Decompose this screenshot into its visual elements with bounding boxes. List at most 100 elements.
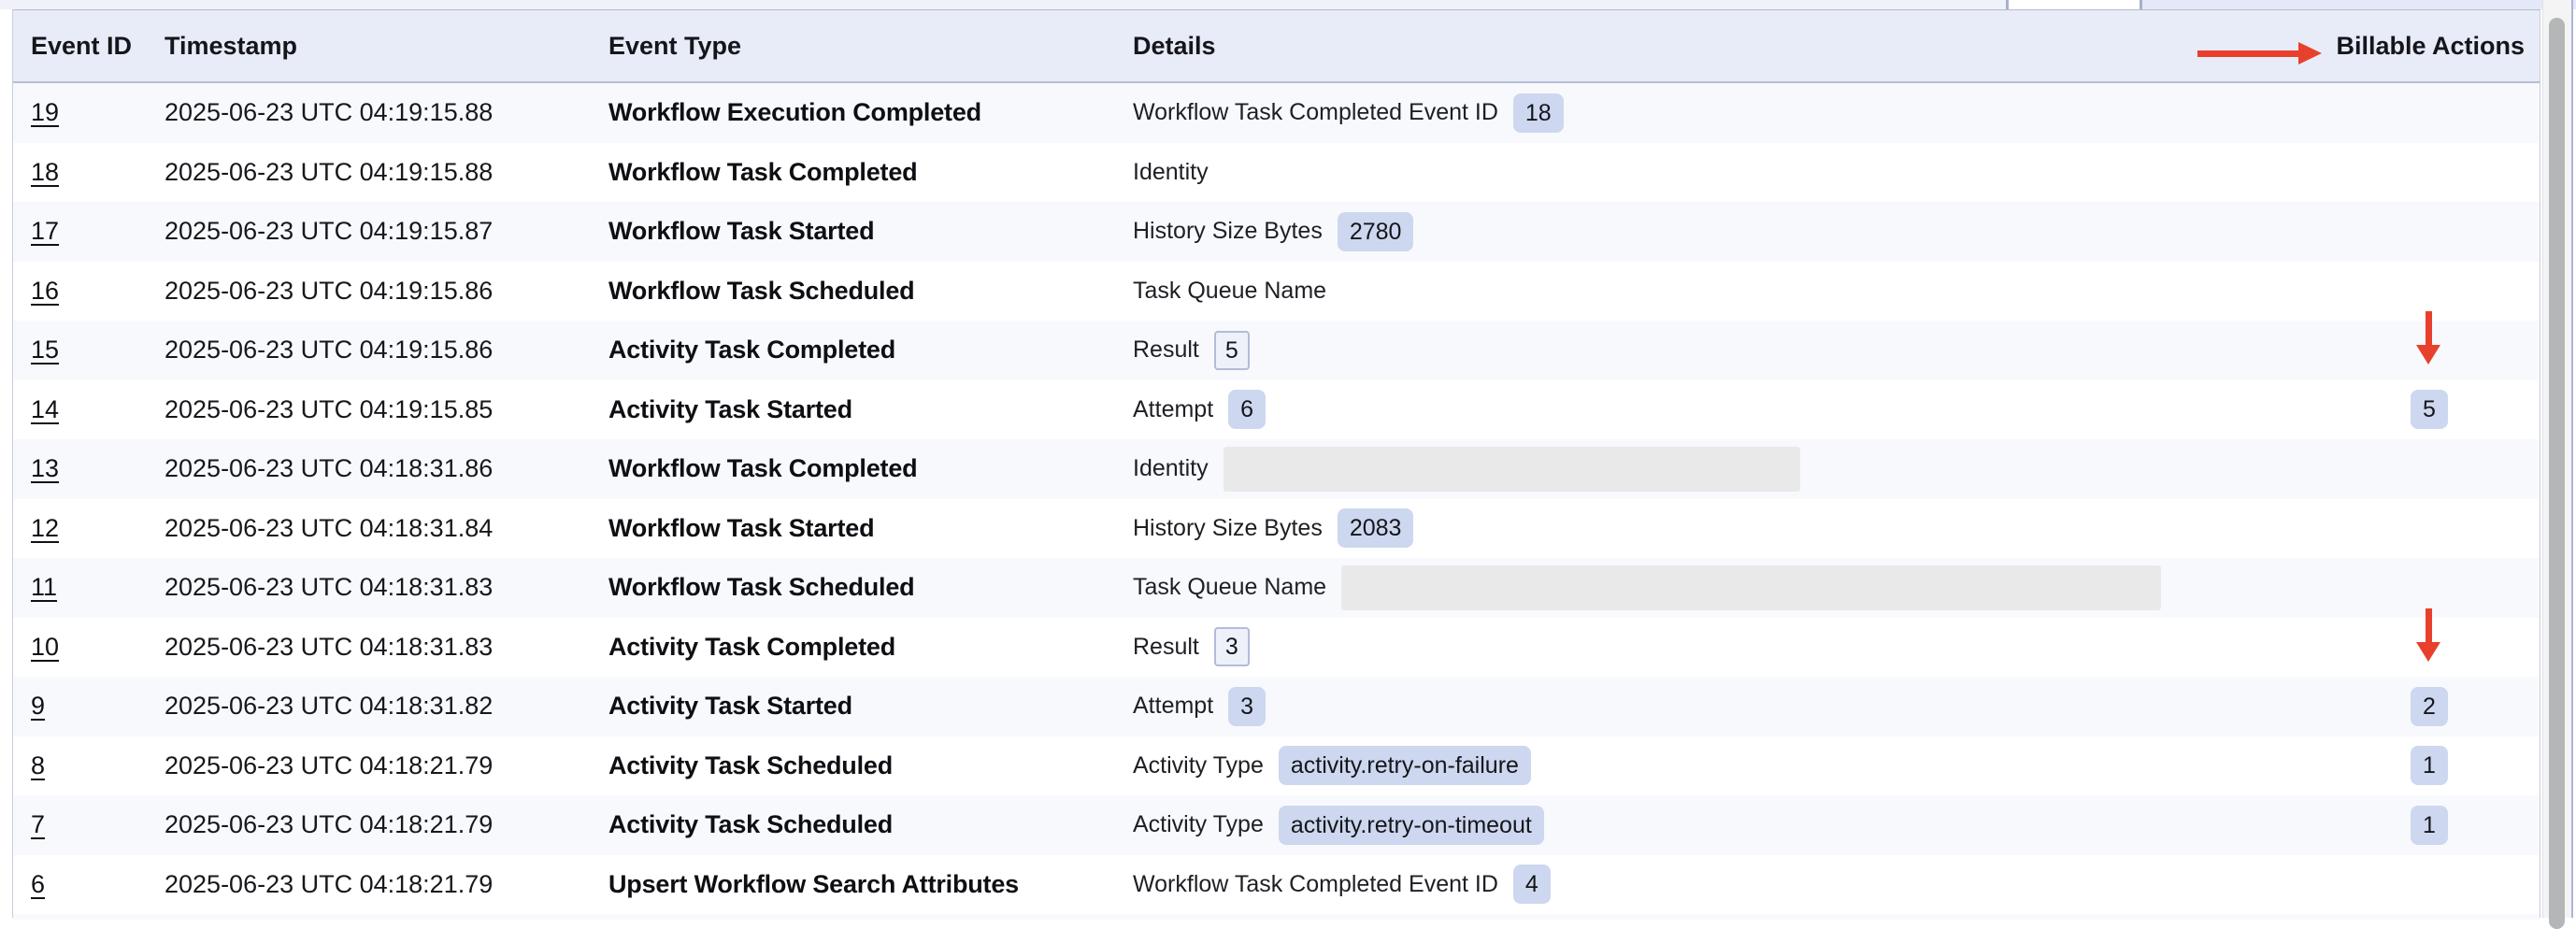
event-id-cell: 10 (31, 618, 59, 678)
event-id-link[interactable]: 11 (31, 573, 57, 602)
event-id-link[interactable]: 9 (31, 692, 45, 721)
event-id-cell: 19 (31, 83, 59, 143)
toolbar-divider (2140, 0, 2142, 9)
event-id-cell: 15 (31, 321, 59, 380)
event-details: Attempt3 (1133, 677, 1266, 736)
event-row[interactable]: 19 2025-06-23 UTC 04:19:15.88 Workflow Exe… (13, 83, 2540, 143)
toolbar-edge-button[interactable] (2009, 0, 2140, 9)
billable-actions-cell: 1 (2398, 795, 2460, 855)
event-id-cell: 11 (31, 558, 57, 618)
detail-value-badge: 2780 (1338, 212, 1414, 251)
column-header-event-id: Event ID (31, 10, 132, 81)
event-row[interactable]: 172025-06-23 UTC 04:19:15.87Workflow Tas… (13, 202, 2540, 262)
event-id-link[interactable]: 6 (31, 870, 45, 899)
event-row[interactable]: 13 2025-06-23 UTC 04:18:31.86 Workflow Tas… (13, 439, 2540, 499)
detail-value-badge: 4 (1513, 865, 1551, 904)
event-timestamp: 2025-06-23 UTC 04:18:31.84 (165, 499, 493, 559)
event-row[interactable]: 152025-06-23 UTC 04:19:15.86Activity Tas… (13, 321, 2540, 380)
event-row[interactable]: 92025-06-23 UTC 04:18:31.82Activity Task… (13, 677, 2540, 736)
detail-value-badge: activity.retry-on-failure (1279, 746, 1531, 785)
event-type: Activity Task Scheduled (608, 736, 893, 796)
event-row[interactable]: 16 2025-06-23 UTC 04:19:15.86 Workflow Tas… (13, 262, 2540, 322)
event-row[interactable]: 62025-06-23 UTC 04:18:21.79Upsert Workfl… (13, 855, 2540, 915)
detail-label: History Size Bytes (1133, 515, 1323, 542)
event-details: Workflow Task Completed Event ID 18 (1133, 83, 1564, 143)
detail-value-badge: 18 (1513, 93, 1564, 133)
event-id-link[interactable]: 16 (31, 277, 59, 306)
event-timestamp: 2025-06-23 UTC 04:19:15.88 (165, 143, 493, 203)
event-history-table: Event ID Timestamp Event Type Details Bi… (12, 9, 2540, 918)
event-type: Workflow Task Scheduled (608, 262, 914, 322)
detail-value-badge: 5 (1214, 331, 1250, 370)
event-row[interactable]: 102025-06-23 UTC 04:18:31.83Activity Tas… (13, 618, 2540, 678)
detail-label: History Size Bytes (1133, 218, 1323, 245)
detail-label: Identity (1133, 455, 1209, 482)
red-right-arrow-annotation (2197, 42, 2322, 64)
event-type: Workflow Execution Completed (608, 83, 981, 143)
detail-label: Task Queue Name (1133, 278, 1326, 305)
detail-label: Attempt (1133, 693, 1213, 720)
panel-edge-line (2571, 0, 2573, 918)
toolbar-edge-left (0, 0, 2006, 9)
event-row[interactable]: 72025-06-23 UTC 04:18:21.79Activity Task… (13, 795, 2540, 855)
detail-label: Workflow Task Completed Event ID (1133, 871, 1498, 898)
arrow-shaft (2426, 608, 2432, 643)
event-id-cell: 16 (31, 262, 59, 322)
billable-count-badge: 5 (2411, 390, 2448, 429)
detail-label: Activity Type (1133, 811, 1264, 838)
event-details: Identity (1133, 143, 1209, 203)
event-timestamp: 2025-06-23 UTC 04:19:15.88 (165, 83, 493, 143)
top-toolbar-edge (0, 0, 2576, 9)
event-id-cell: 6 (31, 855, 45, 915)
event-timestamp: 2025-06-23 UTC 04:19:15.86 (165, 262, 493, 322)
event-id-link[interactable]: 12 (31, 514, 59, 543)
detail-label: Activity Type (1133, 752, 1264, 779)
event-id-link[interactable]: 13 (31, 454, 59, 483)
detail-label: Result (1133, 634, 1199, 661)
event-id-link[interactable]: 14 (31, 395, 59, 424)
event-details: Task Queue Name (1133, 558, 2161, 618)
event-id-link[interactable]: 19 (31, 98, 59, 127)
event-row[interactable]: 112025-06-23 UTC 04:18:31.83Workflow Tas… (13, 558, 2540, 618)
event-timestamp: 2025-06-23 UTC 04:18:31.82 (165, 677, 493, 736)
event-type: Workflow Task Completed (608, 439, 917, 499)
redacted-value-box (1341, 565, 2161, 610)
event-details: Activity Type activity.retry-on-failure (1133, 736, 1531, 796)
event-id-cell: 9 (31, 677, 45, 736)
scrollbar-thumb[interactable] (2549, 18, 2565, 929)
event-id-link[interactable]: 15 (31, 336, 59, 364)
event-id-link[interactable]: 10 (31, 633, 59, 662)
column-header-billable-actions: Billable Actions (2336, 10, 2525, 81)
event-type: Upsert Workflow Search Attributes (608, 855, 1019, 915)
event-id-link[interactable]: 17 (31, 217, 59, 246)
event-details: Activity Typeactivity.retry-on-timeout (1133, 795, 1544, 855)
detail-value-badge: 6 (1228, 390, 1266, 429)
event-row[interactable]: 122025-06-23 UTC 04:18:31.84Workflow Tas… (13, 499, 2540, 559)
event-type: Activity Task Completed (608, 321, 895, 380)
event-row[interactable]: 142025-06-23 UTC 04:19:15.85Activity Tas… (13, 380, 2540, 440)
event-type: Workflow Task Scheduled (608, 558, 914, 618)
event-id-cell: 12 (31, 499, 59, 559)
billable-count-badge: 1 (2411, 746, 2448, 785)
detail-value-badge: 2083 (1338, 508, 1414, 548)
arrow-head (2416, 642, 2440, 662)
column-header-timestamp: Timestamp (165, 10, 297, 81)
event-id-link[interactable]: 8 (31, 751, 45, 780)
detail-label: Identity (1133, 159, 1209, 186)
event-id-cell: 13 (31, 439, 59, 499)
table-body: 192025-06-23 UTC 04:19:15.88Workflow Exe… (13, 83, 2540, 914)
detail-label: Task Queue Name (1133, 574, 1326, 601)
event-row[interactable]: 82025-06-23 UTC 04:18:21.79Activity Task… (13, 736, 2540, 796)
event-timestamp: 2025-06-23 UTC 04:18:31.86 (165, 439, 493, 499)
redacted-value-box (1224, 447, 1800, 492)
event-details: Attempt6 (1133, 380, 1266, 440)
billable-actions-cell: 5 (2398, 380, 2460, 440)
event-id-link[interactable]: 18 (31, 158, 59, 187)
detail-value-badge: 3 (1214, 627, 1250, 666)
event-type: Workflow Task Completed (608, 143, 917, 203)
event-row[interactable]: 18 2025-06-23 UTC 04:19:15.88 Workflow Tas… (13, 143, 2540, 203)
event-details: Result5 (1133, 321, 1250, 380)
event-details: Workflow Task Completed Event ID 4 (1133, 855, 1551, 915)
event-id-link[interactable]: 7 (31, 810, 45, 839)
detail-label: Workflow Task Completed Event ID (1133, 99, 1498, 126)
